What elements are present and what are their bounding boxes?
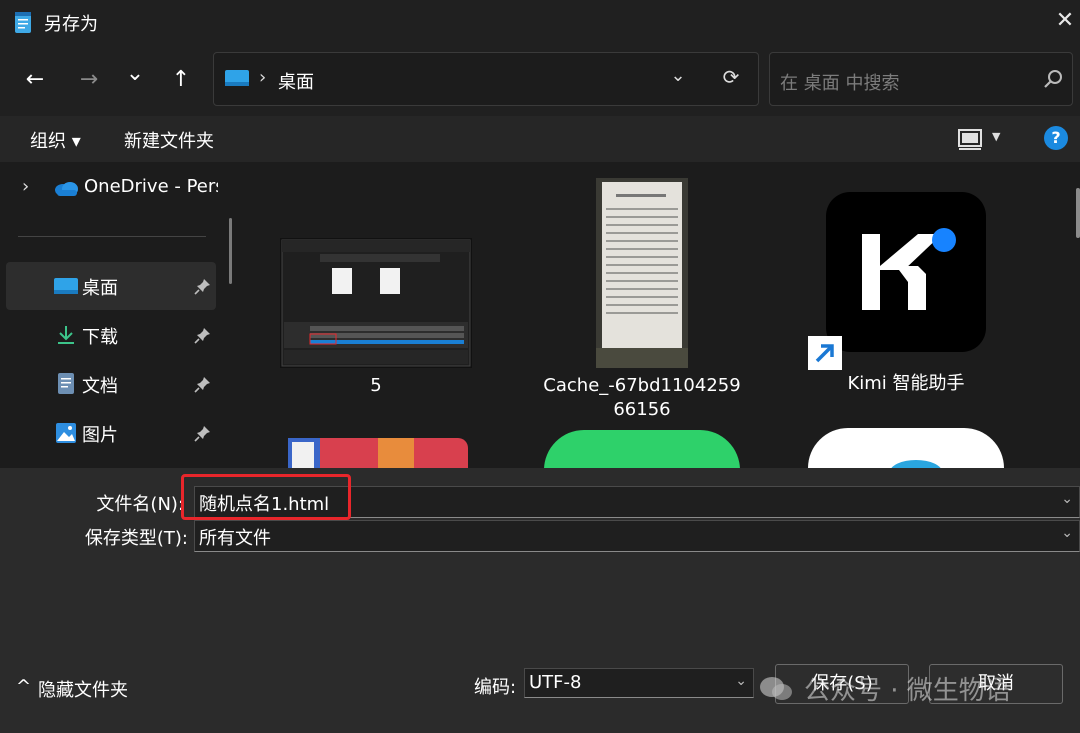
up-button[interactable]: ↑: [165, 64, 197, 96]
hide-folders-toggle[interactable]: ^ 隐藏文件夹: [16, 674, 146, 702]
filetype-label: 保存类型(T):: [84, 528, 188, 549]
shortcut-arrow-icon: [808, 336, 842, 370]
filetype-select[interactable]: 所有文件 ⌄: [194, 520, 1080, 552]
kimi-logo-icon: [826, 192, 986, 352]
file-item-partial-1[interactable]: [288, 438, 468, 468]
file-item-partial-3[interactable]: [808, 428, 1004, 468]
chevron-up-icon: ^: [16, 676, 32, 697]
search-box[interactable]: 在 桌面 中搜索: [769, 52, 1073, 106]
search-icon: [1044, 70, 1062, 88]
encoding-dropdown-icon[interactable]: ⌄: [735, 673, 747, 689]
command-bar: 组织 ▾ 新建文件夹 ▼ ?: [0, 116, 1080, 162]
search-input[interactable]: 在 桌面 中搜索: [780, 69, 899, 95]
breadcrumb-separator[interactable]: ›: [259, 67, 266, 88]
pin-icon[interactable]: [194, 375, 212, 393]
filename-dropdown-icon[interactable]: ⌄: [1061, 491, 1073, 507]
encoding-label: 编码:: [474, 677, 517, 698]
sidebar-item-label: 下载: [82, 327, 118, 348]
file-name: 5: [370, 375, 382, 396]
close-button[interactable]: ✕: [1052, 8, 1078, 34]
filetype-dropdown-icon[interactable]: ⌄: [1061, 525, 1073, 541]
app-icon-partial: [808, 428, 1004, 468]
file-name: Kimi 智能助手: [847, 373, 965, 394]
window-title: 另存为: [44, 14, 98, 35]
forward-button[interactable]: →: [73, 64, 105, 96]
help-icon[interactable]: ?: [1044, 126, 1068, 150]
navigation-pane: › OneDrive - Personal 桌面 下载: [0, 162, 246, 468]
desktop-folder-icon: [54, 278, 78, 294]
file-item-cache[interactable]: Cache_-67bd1104259 66156: [536, 176, 748, 422]
desktop-folder-icon: [225, 70, 249, 86]
view-mode-icon[interactable]: [957, 127, 983, 151]
onedrive-cloud-icon: [55, 182, 78, 196]
hide-folders-label: 隐藏文件夹: [38, 680, 128, 701]
file-item-partial-2[interactable]: [544, 430, 740, 468]
recent-locations-button[interactable]: ⌄: [119, 58, 151, 90]
notepad-icon: [15, 12, 31, 33]
app-icon-partial: [544, 430, 740, 468]
encoding-select[interactable]: UTF-8 ⌄: [524, 668, 754, 698]
pictures-icon: [56, 423, 76, 443]
wechat-logo-icon: [760, 677, 792, 700]
documents-icon: [58, 373, 74, 394]
sidebar-item-onedrive[interactable]: OneDrive - Personal: [84, 176, 218, 197]
pin-icon[interactable]: [194, 326, 212, 344]
save-options-panel: 文件名(N): 随机点名1.html ⌄ 保存类型(T): 所有文件 ⌄ ^ 隐…: [0, 468, 1080, 733]
screenshot-thumbnail: [280, 238, 472, 368]
download-icon: [58, 326, 74, 344]
pin-icon[interactable]: [194, 424, 212, 442]
file-list-scrollbar[interactable]: [1076, 188, 1080, 238]
sidebar-divider: [18, 236, 206, 237]
document-photo-thumbnail: [596, 178, 688, 368]
title-bar: 另存为 ✕: [0, 0, 1080, 44]
sidebar-item-pictures[interactable]: 图片: [6, 409, 216, 457]
file-item-kimi[interactable]: Kimi 智能助手: [806, 192, 1006, 402]
organize-menu[interactable]: 组织 ▾: [30, 127, 81, 153]
expand-chevron-icon[interactable]: ›: [22, 176, 29, 197]
encoding-value: UTF-8: [529, 672, 582, 693]
file-name-line2: 66156: [613, 399, 671, 420]
sidebar-item-documents[interactable]: 文档: [6, 360, 216, 408]
refresh-button[interactable]: ⟳: [718, 65, 744, 89]
address-dropdown-icon[interactable]: ⌄: [666, 65, 690, 86]
file-list: 5 Cache_-67bd1104259 66156 Kimi 智能助手: [246, 162, 1080, 468]
sidebar-item-desktop[interactable]: 桌面: [6, 262, 216, 310]
watermark-text: 公众号 · 微生物语: [804, 676, 1011, 706]
sidebar-item-label: 图片: [82, 425, 118, 446]
filename-label: 文件名(N):: [96, 494, 184, 515]
app-icon-partial: [288, 438, 468, 468]
sidebar-item-label: 桌面: [82, 278, 118, 299]
breadcrumb-desktop[interactable]: 桌面: [278, 68, 314, 94]
address-bar[interactable]: › 桌面 ⌄ ⟳: [213, 52, 759, 106]
back-button[interactable]: ←: [19, 64, 51, 96]
file-item-5[interactable]: 5: [276, 238, 476, 398]
highlight-annotation: [181, 474, 351, 520]
filetype-value: 所有文件: [199, 528, 271, 549]
sidebar-item-label: 文档: [82, 376, 118, 397]
file-name-line1: Cache_-67bd1104259: [543, 375, 741, 396]
sidebar-scrollbar[interactable]: [229, 218, 232, 284]
pin-icon[interactable]: [194, 277, 212, 295]
new-folder-button[interactable]: 新建文件夹: [124, 127, 214, 153]
sidebar-item-downloads[interactable]: 下载: [6, 311, 216, 359]
view-dropdown-icon[interactable]: ▼: [992, 130, 1000, 143]
